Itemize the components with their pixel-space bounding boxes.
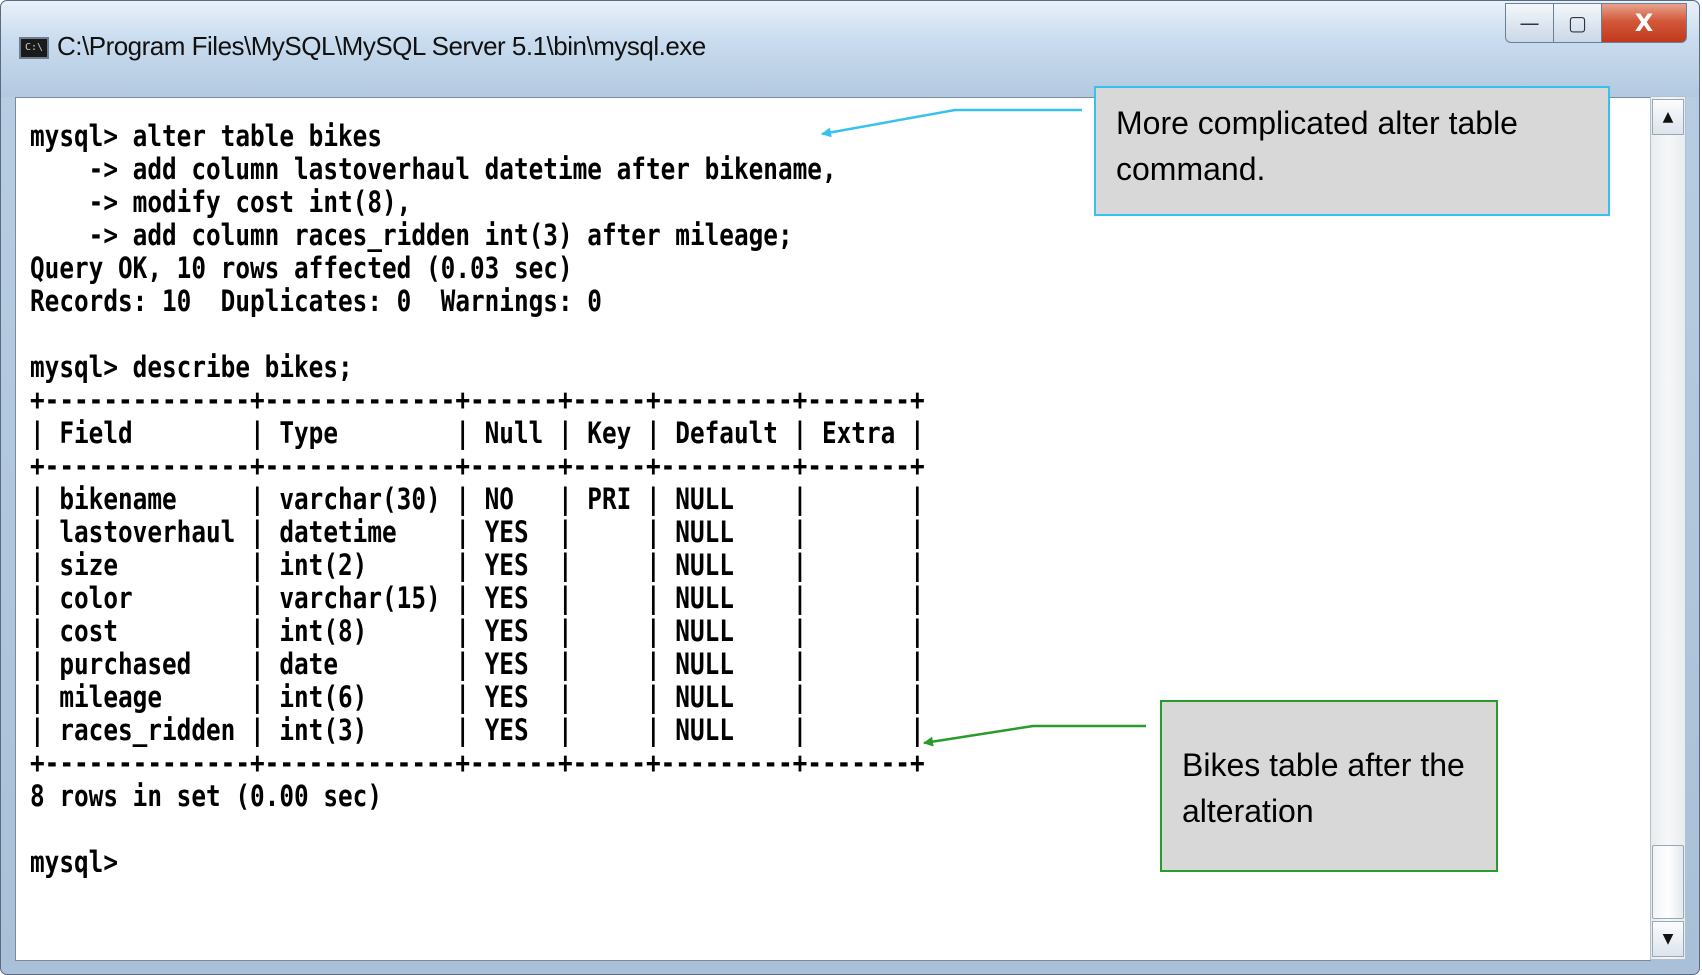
console-text: mysql> alter table bikes -> add column l… [30,120,925,879]
scroll-up-arrow-icon[interactable]: ▲ [1652,99,1684,135]
table-row: | bikename | varchar(30) | NO | PRI | NU… [30,482,925,516]
console-line: -> modify cost int(8), [30,185,412,219]
console-line: Records: 10 Duplicates: 0 Warnings: 0 [30,284,602,318]
minimize-button[interactable]: — [1505,3,1553,43]
annotation-callout-bikes-table: Bikes table after the alteration [1160,700,1498,872]
console-prompt: mysql> [30,845,119,879]
table-row: | mileage | int(6) | YES | | NULL | | [30,680,925,714]
table-border-line: +--------------+-------------+------+---… [30,383,925,417]
maximize-button[interactable]: ▢ [1553,3,1601,43]
table-border-line: +--------------+-------------+------+---… [30,746,925,780]
title-bar[interactable]: C:\ C:\Program Files\MySQL\MySQL Server … [1,1,1699,97]
console-line: mysql> describe bikes; [30,350,353,384]
window-controls: — ▢ X [1505,3,1687,47]
console-line: mysql> alter table bikes [30,119,382,153]
table-row: | races_ridden | int(3) | YES | | NULL |… [30,713,925,747]
console-line: Query OK, 10 rows affected (0.03 sec) [30,251,573,285]
window-title: C:\Program Files\MySQL\MySQL Server 5.1\… [57,31,706,61]
console-line: -> add column races_ridden int(3) after … [30,218,793,252]
scrollbar-thumb[interactable] [1652,845,1684,919]
table-row: | lastoverhaul | datetime | YES | | NULL… [30,515,925,549]
table-row: | purchased | date | YES | | NULL | | [30,647,925,681]
console-line: -> add column lastoverhaul datetime afte… [30,152,837,186]
console-line: 8 rows in set (0.00 sec) [30,779,382,813]
console-window-icon[interactable]: C:\ [19,37,49,59]
table-row: | color | varchar(15) | YES | | NULL | | [30,581,925,615]
annotation-callout-alter: More complicated alter table command. [1094,86,1610,216]
scroll-down-arrow-icon[interactable]: ▼ [1652,921,1684,957]
vertical-scrollbar[interactable]: ▲ ▼ [1650,96,1686,960]
table-border-line: +--------------+-------------+------+---… [30,449,925,483]
table-row: | size | int(2) | YES | | NULL | | [30,548,925,582]
close-button[interactable]: X [1601,3,1687,43]
table-row: | cost | int(8) | YES | | NULL | | [30,614,925,648]
table-header-row: | Field | Type | Null | Key | Default | … [30,416,925,450]
